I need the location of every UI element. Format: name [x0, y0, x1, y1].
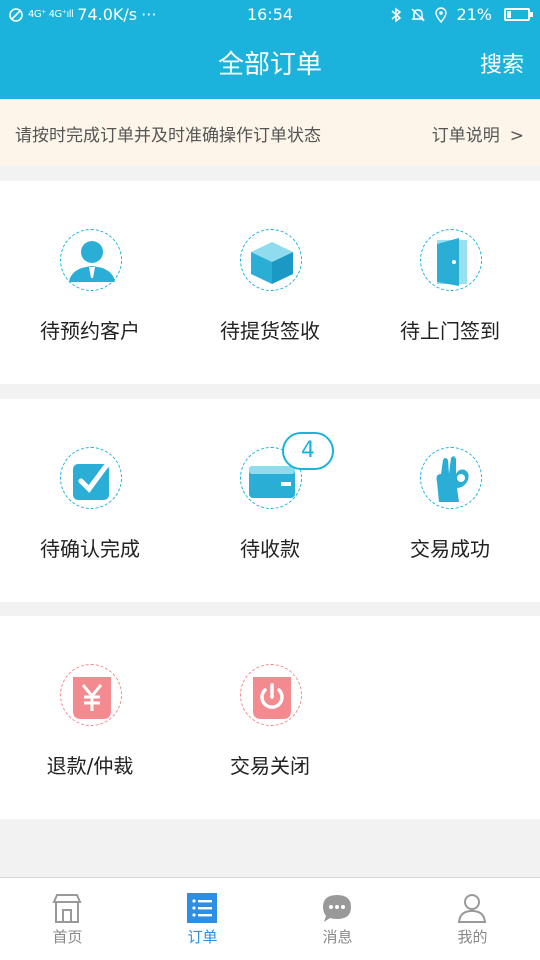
customer-icon	[60, 229, 122, 291]
list-icon	[187, 893, 217, 923]
order-status-pending-confirm[interactable]: 待确认完成	[0, 399, 180, 602]
order-status-label: 待确认完成	[40, 537, 140, 561]
tab-label: 我的	[457, 928, 488, 946]
tab-orders[interactable]: 订单	[135, 878, 270, 960]
notice-text: 请按时完成订单并及时准确操作订单状态	[15, 126, 321, 146]
tab-me[interactable]: 我的	[405, 878, 540, 960]
door-icon	[420, 229, 482, 291]
order-status-pending-payment[interactable]: 待收款	[180, 399, 360, 602]
bell-muted-icon	[411, 8, 426, 21]
order-status-refund[interactable]: 退款/仲裁	[0, 616, 180, 819]
order-status-label: 退款/仲裁	[46, 754, 134, 778]
order-explanation-link[interactable]: 订单说明 >	[432, 121, 524, 146]
yen-icon	[60, 664, 122, 726]
tab-home[interactable]: 首页	[0, 878, 135, 960]
order-status-closed[interactable]: 交易关闭	[180, 616, 360, 819]
ok-hand-icon	[420, 447, 482, 509]
status-bar: 4G⁺ 4G⁺ıll 74.0K/s ··· 16:54 21%	[0, 0, 540, 30]
search-button[interactable]: 搜索	[480, 47, 524, 79]
order-status-label: 待上门签到	[400, 319, 500, 343]
notice-banner: 请按时完成订单并及时准确操作订单状态 订单说明 >	[0, 99, 540, 165]
tab-messages[interactable]: 消息	[270, 878, 405, 960]
status-right: 21%	[390, 5, 533, 24]
power-icon	[240, 664, 302, 726]
check-icon	[60, 447, 122, 509]
chat-icon	[323, 895, 351, 922]
order-group-2: 待确认完成 待收款 交易成功	[0, 399, 540, 602]
order-status-label: 交易成功	[410, 537, 490, 561]
order-status-label: 交易关闭	[230, 754, 310, 778]
order-status-label: 待提货签收	[220, 319, 320, 343]
battery-percent: 21%	[456, 5, 492, 24]
chevron-right-icon: >	[509, 126, 524, 146]
tab-label: 首页	[52, 928, 83, 946]
package-icon	[240, 229, 302, 291]
order-group-3: 退款/仲裁 交易关闭	[0, 616, 540, 819]
top-bar: 4G⁺ 4G⁺ıll 74.0K/s ··· 16:54 21% 全部订单 搜索	[0, 0, 540, 99]
location-icon	[435, 6, 448, 23]
order-status-pending-appointment[interactable]: 待预约客户	[0, 181, 180, 384]
tab-label: 订单	[187, 928, 218, 946]
order-status-pending-pickup[interactable]: 待提货签收	[180, 181, 360, 384]
order-explanation-label: 订单说明	[431, 126, 500, 146]
bluetooth-icon	[391, 7, 402, 22]
order-status-pending-checkin[interactable]: 待上门签到	[360, 181, 540, 384]
page-title: 全部订单	[217, 50, 322, 80]
bottom-tab-bar: 首页 订单 消息 我的	[0, 877, 540, 960]
order-status-label: 待收款	[240, 537, 300, 561]
store-icon	[52, 894, 82, 923]
user-icon	[457, 894, 487, 923]
order-status-label: 待预约客户	[40, 319, 140, 343]
order-group-1: 待预约客户 待提货签收 待上门签到	[0, 181, 540, 384]
pending-payment-badge: 4	[282, 432, 334, 470]
battery-icon	[504, 8, 533, 21]
order-status-success[interactable]: 交易成功	[360, 399, 540, 602]
tab-label: 消息	[322, 928, 353, 946]
